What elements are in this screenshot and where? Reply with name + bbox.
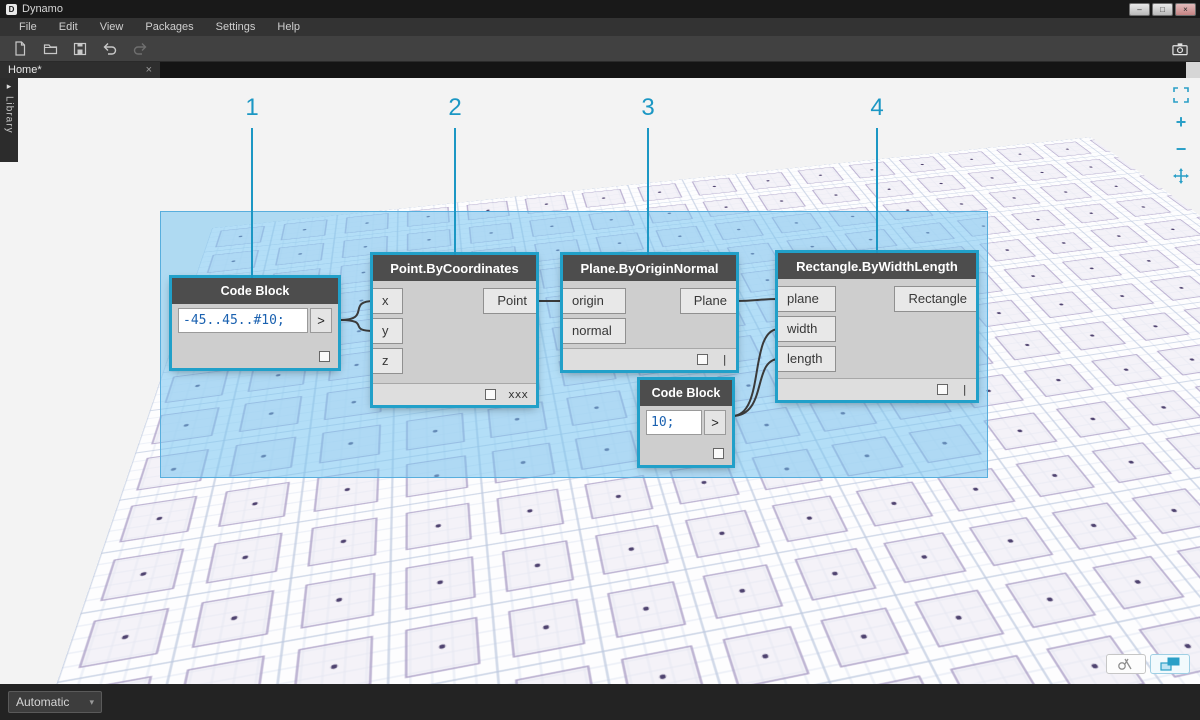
input-port-width[interactable]: width <box>778 316 836 342</box>
output-port-plane[interactable]: Plane <box>680 288 736 314</box>
run-mode-value: Automatic <box>16 695 69 709</box>
menu-view[interactable]: View <box>89 18 135 36</box>
node-title[interactable]: Code Block <box>640 380 732 406</box>
run-mode-dropdown[interactable]: Automatic ▾ <box>8 691 102 713</box>
open-file-icon[interactable] <box>42 41 58 57</box>
pan-button[interactable] <box>1172 167 1190 185</box>
status-bar: Automatic ▾ <box>0 684 1200 720</box>
redo-icon[interactable] <box>132 41 148 57</box>
node-title[interactable]: Plane.ByOriginNormal <box>563 255 736 281</box>
window-title: Dynamo <box>22 3 63 15</box>
node-point-bycoordinates[interactable]: Point.ByCoordinates x y z Point xxx <box>373 255 536 405</box>
preview-checkbox[interactable] <box>937 384 948 395</box>
preview-checkbox[interactable] <box>713 448 724 459</box>
input-port-normal[interactable]: normal <box>563 318 626 344</box>
lacing-indicator[interactable]: | <box>720 353 728 366</box>
tab-home[interactable]: Home* × <box>0 62 160 78</box>
code-output-port[interactable]: > <box>704 410 726 435</box>
toolbar <box>0 36 1200 62</box>
callout-line-4 <box>876 128 878 253</box>
canvas-workspace[interactable]: ▸ Library Code Block -45..45..#10; > Poi… <box>0 78 1200 684</box>
lacing-indicator[interactable]: xxx <box>508 388 528 401</box>
callout-line-1 <box>251 128 253 278</box>
node-title[interactable]: Rectangle.ByWidthLength <box>778 253 976 279</box>
dynamo-window: D Dynamo – □ × File Edit View Packages S… <box>0 0 1200 720</box>
menu-edit[interactable]: Edit <box>48 18 89 36</box>
dynamo-logo-icon: D <box>6 4 17 15</box>
node-title[interactable]: Point.ByCoordinates <box>373 255 536 281</box>
menu-bar: File Edit View Packages Settings Help <box>0 18 1200 36</box>
graph-view-button[interactable] <box>1150 654 1190 674</box>
menu-file[interactable]: File <box>8 18 48 36</box>
fit-view-button[interactable] <box>1172 86 1190 104</box>
output-port-point[interactable]: Point <box>483 288 536 314</box>
undo-icon[interactable] <box>102 41 118 57</box>
tab-home-label: Home* <box>8 64 42 76</box>
callout-number-1: 1 <box>237 94 267 122</box>
code-input[interactable]: -45..45..#10; <box>178 308 308 333</box>
minimize-button[interactable]: – <box>1129 3 1150 16</box>
node-code-block-1[interactable]: Code Block -45..45..#10; > <box>172 278 338 368</box>
callout-number-2: 2 <box>440 94 470 122</box>
node-title[interactable]: Code Block <box>172 278 338 304</box>
output-port-rectangle[interactable]: Rectangle <box>894 286 976 312</box>
menu-packages[interactable]: Packages <box>134 18 204 36</box>
preview-checkbox[interactable] <box>319 351 330 362</box>
new-file-icon[interactable] <box>12 41 28 57</box>
callout-line-3 <box>647 128 649 255</box>
tab-scroll-corner <box>1186 62 1200 78</box>
geometry-view-button[interactable] <box>1106 654 1146 674</box>
node-code-block-2[interactable]: Code Block 10; > <box>640 380 732 465</box>
input-port-z[interactable]: z <box>373 348 403 374</box>
zoom-out-button[interactable]: − <box>1172 140 1190 158</box>
input-port-y[interactable]: y <box>373 318 403 344</box>
canvas-controls: + − <box>1172 86 1190 185</box>
lacing-indicator[interactable]: | <box>960 383 968 396</box>
input-port-length[interactable]: length <box>778 346 836 372</box>
library-panel-label: Library <box>4 96 15 134</box>
library-panel-tab[interactable]: ▸ Library <box>0 78 18 162</box>
save-icon[interactable] <box>72 41 88 57</box>
callout-number-4: 4 <box>862 94 892 122</box>
chevron-down-icon: ▾ <box>89 697 94 708</box>
input-port-plane[interactable]: plane <box>778 286 836 312</box>
code-output-port[interactable]: > <box>310 308 332 333</box>
title-bar: D Dynamo – □ × <box>0 0 1200 18</box>
node-rectangle-bywidthlength[interactable]: Rectangle.ByWidthLength plane width leng… <box>778 253 976 400</box>
code-input[interactable]: 10; <box>646 410 702 435</box>
input-port-origin[interactable]: origin <box>563 288 626 314</box>
node-plane-byoriginnormal[interactable]: Plane.ByOriginNormal origin normal Plane… <box>563 255 736 370</box>
input-port-x[interactable]: x <box>373 288 403 314</box>
preview-checkbox[interactable] <box>697 354 708 365</box>
camera-export-icon[interactable] <box>1172 41 1188 57</box>
menu-settings[interactable]: Settings <box>205 18 267 36</box>
tab-close-icon[interactable]: × <box>146 64 152 76</box>
tab-bar: Home* × <box>0 62 1200 78</box>
preview-checkbox[interactable] <box>485 389 496 400</box>
close-button[interactable]: × <box>1175 3 1196 16</box>
zoom-in-button[interactable]: + <box>1172 113 1190 131</box>
library-expand-icon[interactable]: ▸ <box>7 81 12 91</box>
menu-help[interactable]: Help <box>266 18 311 36</box>
callout-line-2 <box>454 128 456 255</box>
view-mode-buttons <box>1106 654 1190 674</box>
callout-number-3: 3 <box>633 94 663 122</box>
maximize-button[interactable]: □ <box>1152 3 1173 16</box>
